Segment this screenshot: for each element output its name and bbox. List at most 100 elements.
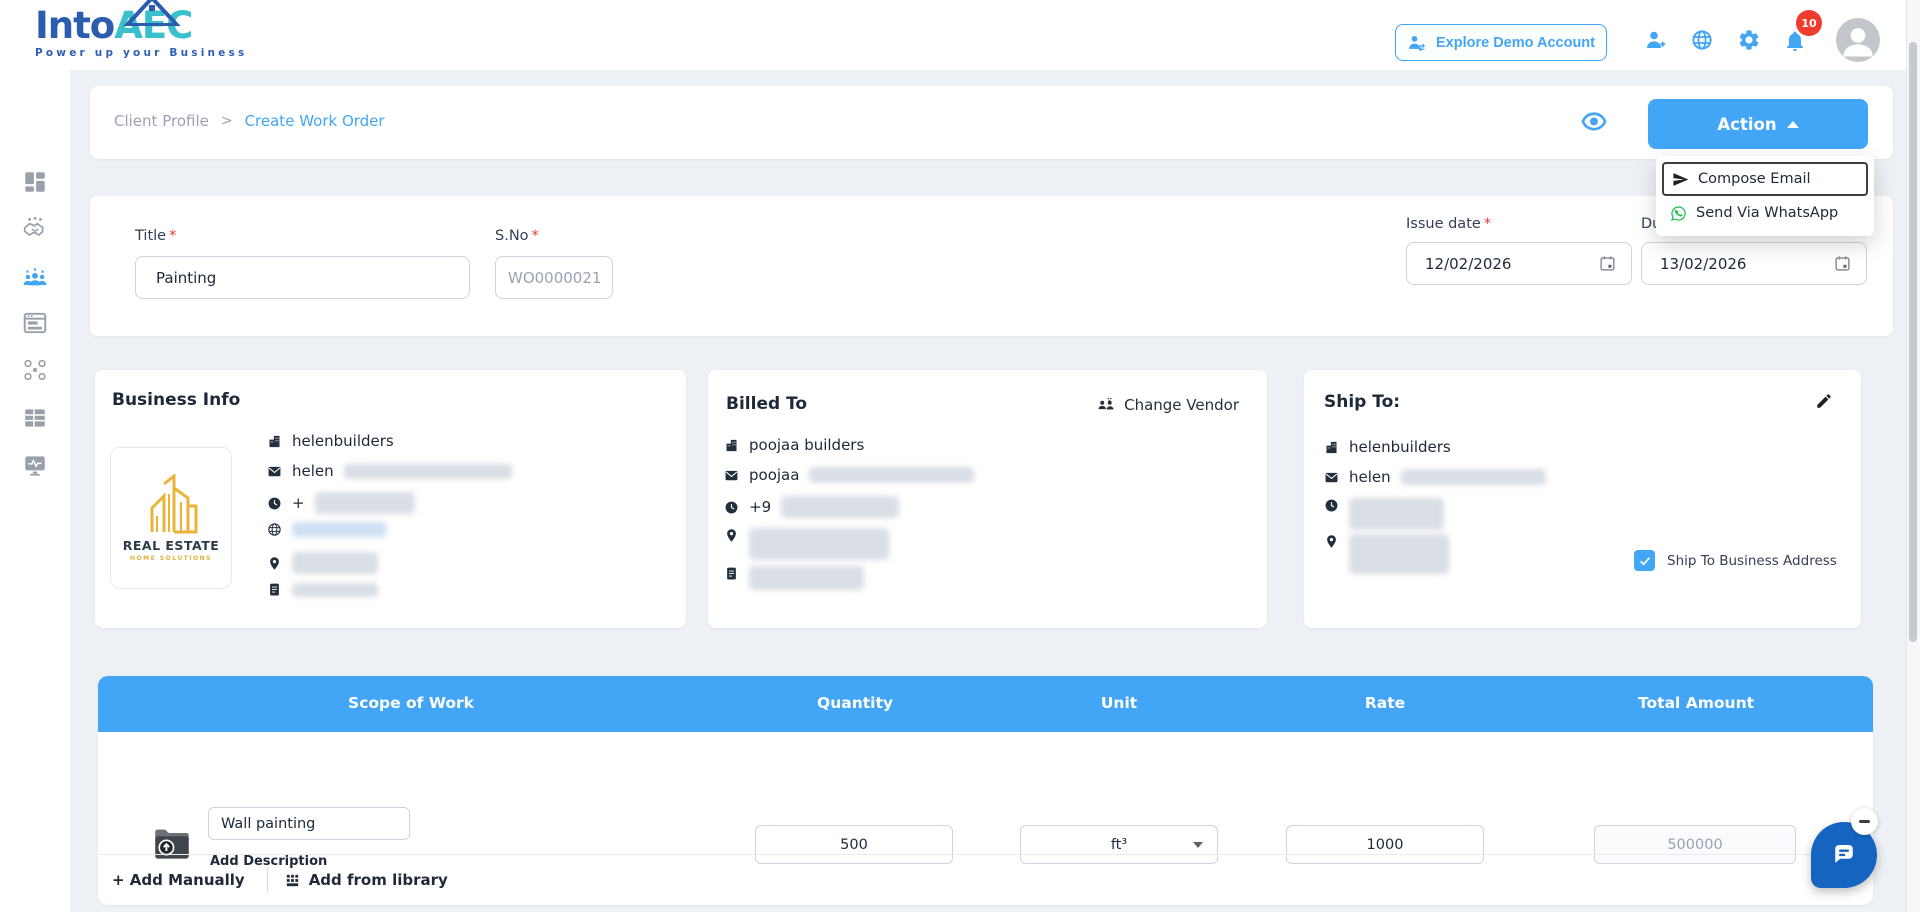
action-button[interactable]: Action xyxy=(1648,99,1868,149)
redacted-website xyxy=(292,522,387,537)
add-manually-button[interactable]: + Add Manually xyxy=(112,871,245,889)
due-date-value: 13/02/2026 xyxy=(1660,254,1747,273)
app-logo[interactable]: IntoAEC Power up your Business xyxy=(35,0,248,59)
library-icon xyxy=(286,874,298,886)
col-header-total: Total Amount xyxy=(1637,694,1755,712)
work-order-form-card: Title* S.No* Issue date* 12/02/2026 Due … xyxy=(90,196,1893,336)
chat-bubble-icon xyxy=(1835,845,1853,863)
location-pin-icon xyxy=(727,529,736,542)
business-phone-prefix: + xyxy=(292,494,305,512)
email-row: helen xyxy=(267,462,512,480)
redacted-tax-id xyxy=(292,582,378,597)
topbar: IntoAEC Power up your Business Explore D… xyxy=(0,0,1920,70)
screen: IntoAEC Power up your Business Explore D… xyxy=(0,0,1920,912)
realestate-building-icon xyxy=(150,474,198,534)
billed-to-card: Billed To Change Vendor poojaa builders xyxy=(708,370,1267,628)
tax-document-icon xyxy=(727,567,736,580)
monitor-activity-icon[interactable] xyxy=(22,452,48,478)
page-header-card: Client Profile > Create Work Order Actio… xyxy=(90,86,1893,159)
company-row: helenbuilders xyxy=(267,432,394,450)
issue-date-label: Issue date * xyxy=(1406,216,1491,232)
due-date-input[interactable]: 13/02/2026 xyxy=(1641,242,1867,285)
form-window-icon[interactable] xyxy=(22,310,48,336)
business-info-title: Business Info xyxy=(112,390,241,410)
action-dropdown-menu: Compose Email Send Via WhatsApp xyxy=(1656,156,1874,236)
redacted-address xyxy=(749,528,889,560)
globe-small-icon xyxy=(268,523,281,536)
edit-pencil-icon[interactable] xyxy=(1815,392,1833,410)
gear-icon[interactable] xyxy=(1737,28,1761,52)
change-vendor-icon xyxy=(1098,398,1114,410)
org-network-icon[interactable] xyxy=(22,357,48,383)
billed-to-title: Billed To xyxy=(726,394,808,414)
website-row xyxy=(267,522,387,537)
redacted-phone xyxy=(781,496,900,518)
table-row: Add Description ft³ ✕ xyxy=(98,732,1873,869)
explore-demo-account-label: Explore Demo Account xyxy=(1436,34,1595,51)
required-asterisk: * xyxy=(531,228,539,244)
team-icon[interactable] xyxy=(22,265,48,291)
ship-to-business-address-checkbox[interactable]: Ship To Business Address xyxy=(1634,550,1837,571)
company-row: poojaa builders xyxy=(724,436,864,454)
business-info-card: Business Info REAL ESTATE HOME SOLUTIONS… xyxy=(95,370,686,628)
compose-email-label: Compose Email xyxy=(1698,171,1811,187)
page-scrollbar-thumb[interactable] xyxy=(1909,42,1917,642)
add-from-library-label: Add from library xyxy=(308,871,448,889)
add-user-icon[interactable] xyxy=(1644,28,1668,52)
chat-minimize-button[interactable] xyxy=(1851,808,1878,835)
page-scrollbar-track[interactable] xyxy=(1906,0,1920,912)
sno-label: S.No * xyxy=(495,228,539,244)
calendar-icon xyxy=(1600,256,1615,271)
clock-icon xyxy=(268,497,281,509)
title-input[interactable] xyxy=(135,256,470,299)
avatar[interactable] xyxy=(1836,18,1880,62)
address-row xyxy=(267,552,378,574)
title-label: Title * xyxy=(135,228,176,244)
phone-row: +9 xyxy=(724,496,900,518)
menu-item-send-whatsapp[interactable]: Send Via WhatsApp xyxy=(1662,196,1868,230)
required-asterisk: * xyxy=(169,228,177,244)
person-swap-icon xyxy=(1409,35,1426,51)
dashboard-icon[interactable] xyxy=(22,169,48,195)
clock-icon xyxy=(725,501,738,513)
action-button-label: Action xyxy=(1717,114,1777,134)
change-vendor-button[interactable]: Change Vendor xyxy=(1097,396,1239,414)
add-from-library-button[interactable]: Add from library xyxy=(284,871,448,889)
footer-divider-line xyxy=(266,867,268,893)
building-icon xyxy=(269,435,280,447)
issue-date-input[interactable]: 12/02/2026 xyxy=(1406,242,1632,285)
logo-tagline: Power up your Business xyxy=(35,47,248,59)
vendor-phone-prefix: +9 xyxy=(749,498,772,516)
globe-icon[interactable] xyxy=(1690,28,1714,52)
building-icon xyxy=(1326,441,1337,453)
envelope-icon xyxy=(268,466,281,476)
handshake-icon[interactable] xyxy=(22,215,48,241)
email-row: helen xyxy=(1324,468,1546,486)
business-logo: REAL ESTATE HOME SOLUTIONS xyxy=(110,447,232,589)
address-row xyxy=(1324,534,1449,574)
menu-item-compose-email[interactable]: Compose Email xyxy=(1662,162,1868,196)
redacted-email xyxy=(1400,469,1546,485)
breadcrumb-client-profile[interactable]: Client Profile xyxy=(114,112,209,130)
col-header-rate: Rate xyxy=(1364,694,1406,712)
redacted-tax-id xyxy=(749,566,864,590)
unit-value: ft³ xyxy=(1110,836,1128,853)
phone-row: + xyxy=(267,492,415,514)
preview-eye-button[interactable] xyxy=(1580,102,1608,142)
avatar-person-icon xyxy=(1843,28,1873,57)
send-whatsapp-label: Send Via WhatsApp xyxy=(1696,205,1839,221)
ship-company-name: helenbuilders xyxy=(1349,438,1451,456)
sidebar xyxy=(0,70,70,912)
spreadsheet-icon[interactable] xyxy=(22,405,48,431)
business-email-prefix: helen xyxy=(292,462,334,480)
redacted-email xyxy=(809,467,975,483)
ship-to-card: Ship To: helenbuilders helen Ship To Bus… xyxy=(1304,370,1861,628)
scope-input[interactable] xyxy=(208,807,410,840)
explore-demo-account-button[interactable]: Explore Demo Account xyxy=(1395,24,1607,61)
scope-of-work-table-card: Scope of Work Quantity Unit Rate Total A… xyxy=(98,676,1873,905)
table-footer: + Add Manually Add from library xyxy=(98,855,1873,905)
vendor-email-prefix: poojaa xyxy=(749,466,800,484)
redacted-address xyxy=(292,552,378,574)
ship-to-title: Ship To: xyxy=(1324,392,1401,412)
sno-input[interactable] xyxy=(495,256,613,299)
